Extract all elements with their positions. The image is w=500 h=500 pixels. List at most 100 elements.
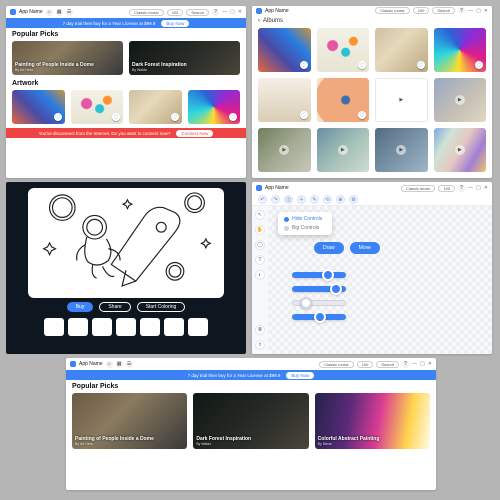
thumb-bunny[interactable]: ♡	[129, 90, 182, 124]
album-thumb-locked[interactable]: ▶	[375, 128, 428, 172]
like-icon[interactable]: ♡	[358, 111, 366, 119]
album-thumb[interactable]: ♡	[258, 78, 311, 122]
zoom-pill[interactable]: 100	[413, 7, 430, 14]
card-fresco[interactable]: Painting of People Inside a Dome By Art …	[72, 393, 187, 449]
start-coloring-button[interactable]: Start Coloring	[137, 302, 186, 312]
toolbar-btn-3[interactable]: ☰	[66, 9, 73, 16]
album-thumb-locked[interactable]: ▶	[434, 78, 487, 122]
album-thumb-locked[interactable]: ▶	[434, 128, 487, 172]
zoom-icon[interactable]: ⊕	[336, 195, 345, 204]
move-pill[interactable]: Move	[350, 242, 380, 254]
play-icon[interactable]: ▶	[455, 145, 465, 155]
rotate-icon[interactable]: ⟲	[323, 195, 332, 204]
brush-size-slider[interactable]	[292, 272, 346, 278]
connect-now-button[interactable]: Connect Now	[176, 130, 213, 137]
music-dropdown[interactable]: Classic music	[401, 185, 435, 192]
album-thumb[interactable]: ♡	[317, 28, 370, 72]
play-icon[interactable]: ▶	[455, 95, 465, 105]
like-icon[interactable]: ♡	[171, 113, 179, 121]
play-icon[interactable]: ▶	[396, 95, 406, 105]
maximize-button[interactable]: ▢	[476, 185, 481, 191]
eyedrop-tool-icon[interactable]: ◐	[255, 270, 265, 280]
album-thumb[interactable]: ♡	[434, 28, 487, 72]
maximize-button[interactable]: ▢	[230, 9, 235, 15]
undo-icon[interactable]: ↶	[258, 195, 267, 204]
buy-now-button[interactable]: Buy Now	[161, 20, 189, 27]
editor-canvas[interactable]: Hide Controls Big Controls Draw Move	[268, 206, 492, 354]
close-button[interactable]: ✕	[428, 361, 432, 367]
maximize-button[interactable]: ▢	[420, 361, 425, 367]
card-fresco[interactable]: Painting of People Inside a Dome By Art …	[12, 41, 123, 75]
like-icon[interactable]: ♡	[300, 61, 308, 69]
thumb-dots[interactable]: ♡	[71, 90, 124, 124]
music-dropdown[interactable]: Classic music	[319, 361, 353, 368]
album-thumb-sketch[interactable]: ▶	[375, 78, 428, 122]
card-forest[interactable]: Dark Forest Inspiration By Waldo	[129, 41, 240, 75]
coloring-thumb[interactable]	[116, 318, 136, 336]
card-abstract-hero[interactable]: Colorful Abstract Painting By Steve	[315, 393, 430, 449]
flow-slider[interactable]	[292, 314, 346, 320]
album-thumb-locked[interactable]: ▶	[317, 128, 370, 172]
close-button[interactable]: ✕	[238, 9, 242, 15]
popover-hide-controls[interactable]: Hide Controls	[284, 216, 326, 222]
album-thumb[interactable]: ♡	[258, 28, 311, 72]
slider-handle[interactable]	[300, 297, 312, 309]
play-icon[interactable]: ▶	[396, 145, 406, 155]
buy-button[interactable]: Buy	[67, 302, 94, 312]
like-icon[interactable]: ♡	[417, 61, 425, 69]
shape-tool-icon[interactable]: ◯	[255, 240, 265, 250]
toolbar-btn-1[interactable]: ⌂	[106, 361, 113, 368]
album-thumb[interactable]: ♡	[317, 78, 370, 122]
zoom-pill[interactable]: 100	[167, 9, 184, 16]
like-icon[interactable]: ♡	[475, 61, 483, 69]
like-icon[interactable]: ♡	[54, 113, 62, 121]
close-button[interactable]: ✕	[484, 8, 488, 14]
coloring-thumb[interactable]	[44, 318, 64, 336]
coloring-thumb[interactable]	[92, 318, 112, 336]
search-input[interactable]: Search	[376, 361, 399, 368]
help-button[interactable]: ?	[458, 185, 465, 192]
help-button[interactable]: ?	[402, 361, 409, 368]
hardness-slider[interactable]	[292, 300, 346, 306]
music-dropdown[interactable]: Classic music	[129, 9, 163, 16]
redo-icon[interactable]: ↷	[271, 195, 280, 204]
zoom-pill[interactable]: 100	[357, 361, 374, 368]
coloring-thumb[interactable]	[164, 318, 184, 336]
minimize-button[interactable]: —	[412, 361, 417, 367]
help-button[interactable]: ?	[212, 9, 219, 16]
toolbar-btn-2[interactable]: ▦	[56, 9, 63, 16]
like-icon[interactable]: ♡	[112, 113, 120, 121]
zoom-pill[interactable]: 100	[438, 185, 455, 192]
search-input[interactable]: Search	[432, 7, 455, 14]
add-icon[interactable]: ＋	[297, 195, 306, 204]
minimize-button[interactable]: —	[222, 9, 227, 15]
toolbar-btn-1[interactable]: ⌂	[46, 9, 53, 16]
slider-handle[interactable]	[330, 283, 342, 295]
text-tool-icon[interactable]: T	[255, 255, 265, 265]
album-thumb[interactable]: ♡	[375, 28, 428, 72]
coloring-thumb[interactable]	[188, 318, 208, 336]
layers-icon[interactable]: ≣	[255, 325, 265, 335]
toolbar-btn-2[interactable]: ▦	[116, 361, 123, 368]
maximize-button[interactable]: ▢	[476, 8, 481, 14]
minimize-button[interactable]: —	[468, 8, 473, 14]
music-dropdown[interactable]: Classic music	[375, 7, 409, 14]
crop-icon[interactable]: ◫	[284, 195, 293, 204]
search-input[interactable]: Search	[186, 9, 209, 16]
slider-handle[interactable]	[314, 311, 326, 323]
like-icon[interactable]: ♡	[300, 111, 308, 119]
opacity-slider[interactable]	[292, 286, 346, 292]
coloring-thumb[interactable]	[68, 318, 88, 336]
play-icon[interactable]: ▶	[279, 145, 289, 155]
like-icon[interactable]: ♡	[358, 61, 366, 69]
thumb-splash[interactable]: ♡	[188, 90, 241, 124]
coloring-thumb[interactable]	[140, 318, 160, 336]
buy-now-button[interactable]: Buy Now	[286, 372, 314, 379]
album-thumb-locked[interactable]: ▶	[258, 128, 311, 172]
hand-tool-icon[interactable]: ✋	[255, 225, 265, 235]
card-forest[interactable]: Dark Forest Inspiration By Waldo	[193, 393, 308, 449]
export-icon[interactable]: ⇪	[255, 340, 265, 350]
close-button[interactable]: ✕	[484, 185, 488, 191]
slider-handle[interactable]	[322, 269, 334, 281]
minimize-button[interactable]: —	[468, 185, 473, 191]
